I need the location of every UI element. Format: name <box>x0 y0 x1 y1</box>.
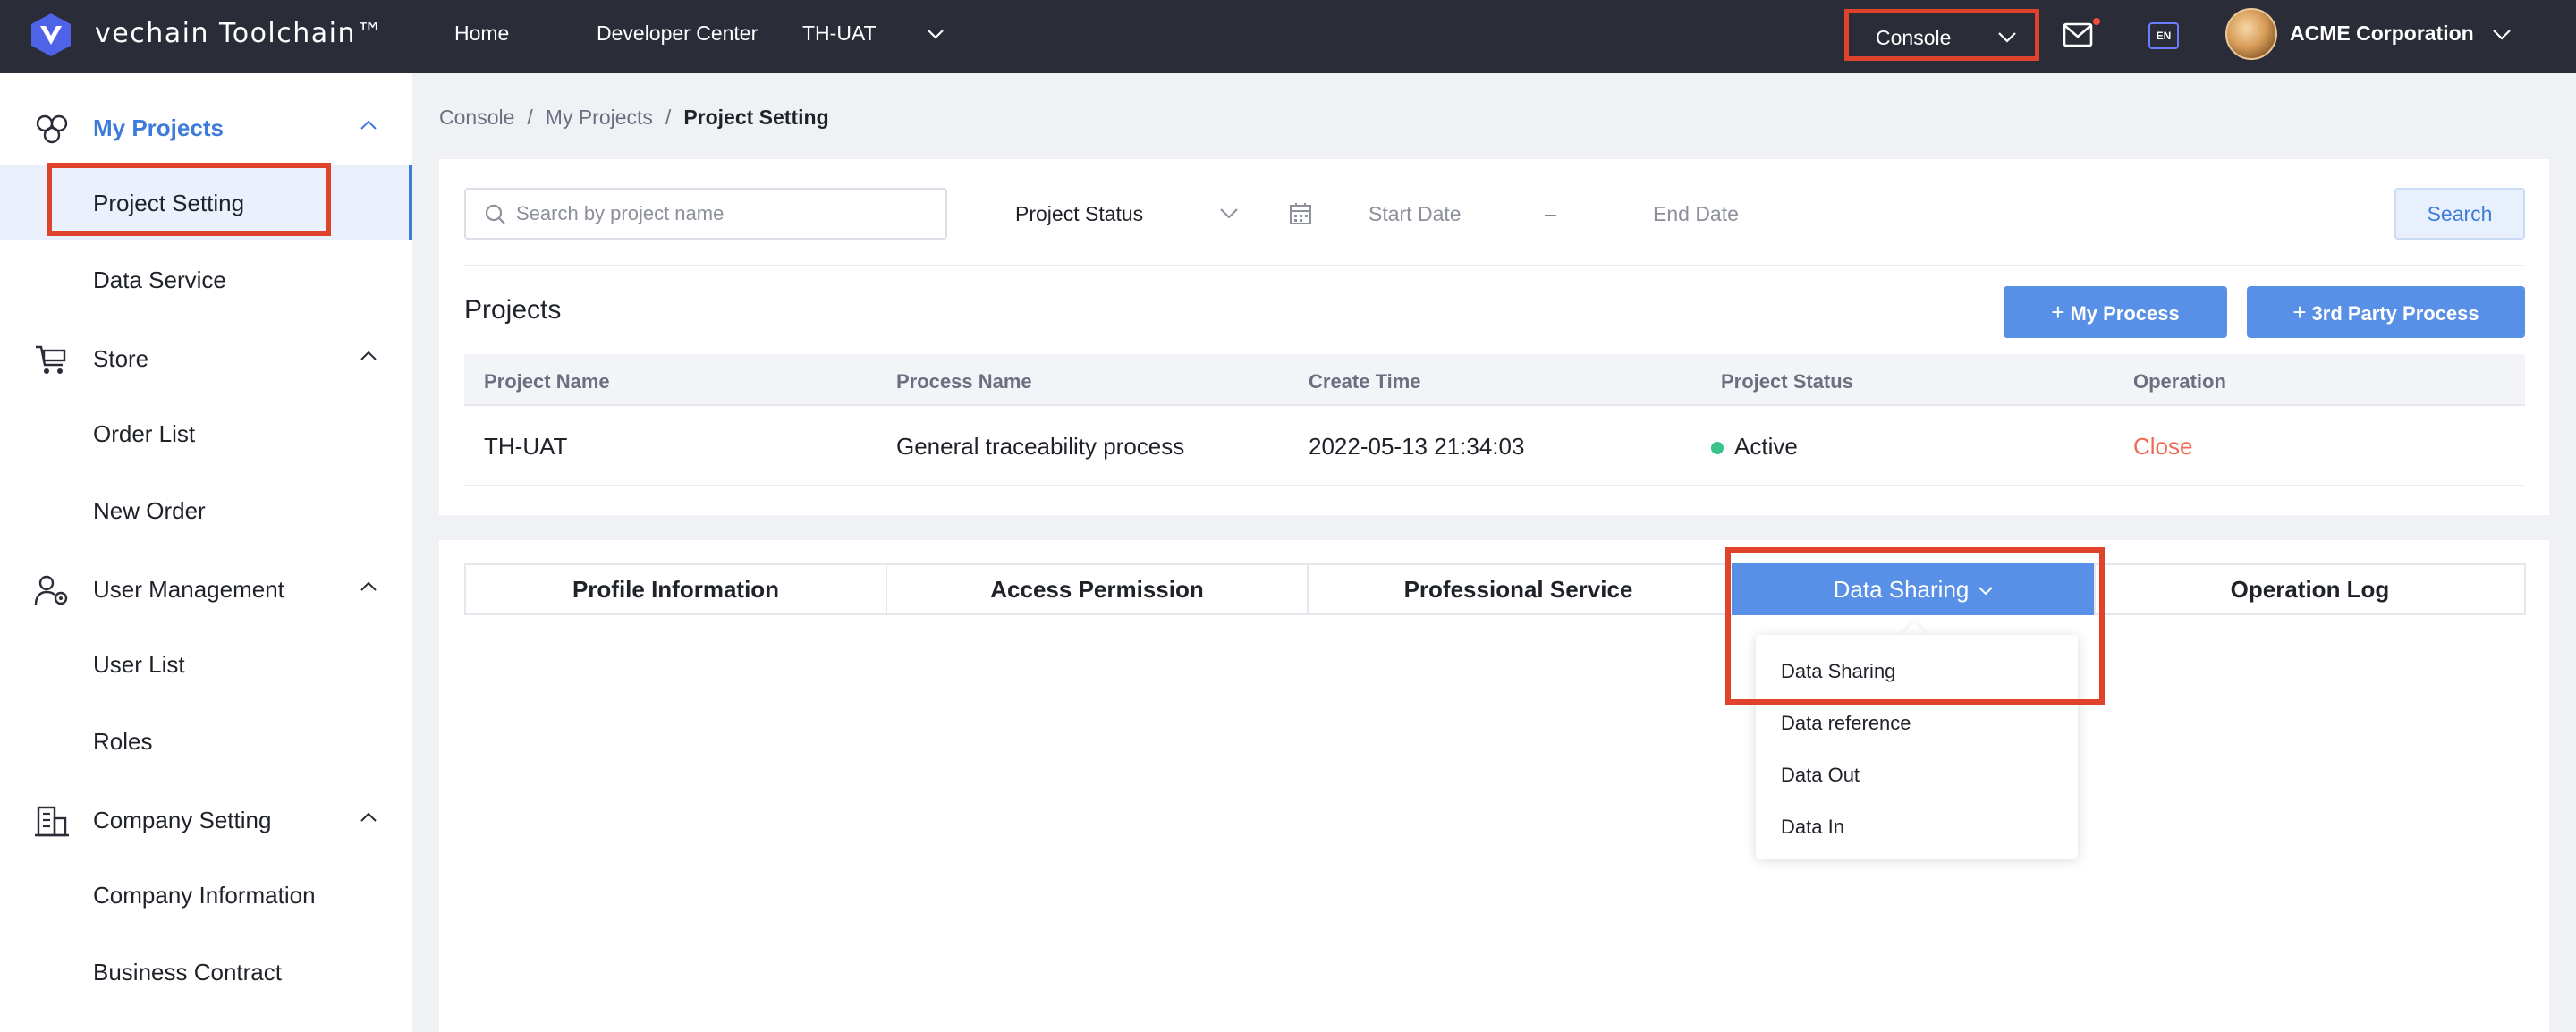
user-management-icon <box>34 575 68 605</box>
close-project-link[interactable]: Close <box>2133 433 2192 461</box>
sidebar-item-data-service[interactable]: Data Service <box>0 241 412 317</box>
column-header: Create Time <box>1309 370 1421 393</box>
divider <box>464 265 2525 266</box>
end-date-input[interactable]: End Date <box>1653 202 1739 226</box>
notification-dot <box>2093 18 2100 25</box>
search-field[interactable] <box>464 188 947 240</box>
table-header: Project Name Process Name Create Time Pr… <box>464 354 2525 406</box>
sidebar-item-user-list[interactable]: User List <box>0 626 412 701</box>
sidebar-item-label: New Order <box>93 497 206 524</box>
sidebar-group-label: Company Setting <box>93 807 272 833</box>
highlight-box <box>1725 547 2105 705</box>
language-switch-icon[interactable]: EN <box>2148 22 2179 49</box>
sidebar-item-company-information[interactable]: Company Information <box>0 857 412 932</box>
tab-professional-service[interactable]: Professional Service <box>1307 563 1730 615</box>
sidebar-item-label: Roles <box>93 728 153 755</box>
cell-create-time: 2022-05-13 21:34:03 <box>1309 433 1525 460</box>
sidebar-group-my-projects[interactable]: My Projects <box>0 100 412 154</box>
search-button[interactable]: Search <box>2394 188 2525 240</box>
chevron-down-icon <box>1220 208 1238 219</box>
sidebar-item-label: Order List <box>93 420 196 447</box>
vechain-logo-icon[interactable] <box>30 13 72 57</box>
brand-name[interactable]: vechain Toolchain™ <box>95 18 385 49</box>
sidebar-item-order-list[interactable]: Order List <box>0 395 412 470</box>
menu-item-data-reference[interactable]: Data reference <box>1781 712 1911 735</box>
sidebar-item-new-order[interactable]: New Order <box>0 472 412 547</box>
sidebar: My Projects Project Setting Data Service… <box>0 73 412 1032</box>
chevron-up-icon <box>360 351 377 360</box>
sidebar-group-label: Store <box>93 345 149 372</box>
console-selector[interactable]: Console <box>1844 9 2039 61</box>
chevron-down-icon[interactable] <box>2490 23 2513 45</box>
breadcrumb-separator: / <box>665 106 672 129</box>
button-label: 3rd Party Process <box>2311 301 2479 325</box>
breadcrumb: Console / My Projects / Project Setting <box>439 106 829 130</box>
sidebar-item-label: Business Contract <box>93 959 282 985</box>
sidebar-group-store[interactable]: Store <box>0 331 412 385</box>
menu-item-data-in[interactable]: Data In <box>1781 816 1844 839</box>
date-range-separator: – <box>1545 202 1556 225</box>
avatar[interactable] <box>2225 8 2277 60</box>
sidebar-item-label: Company Information <box>93 882 316 909</box>
tab-access-permission[interactable]: Access Permission <box>886 563 1309 615</box>
column-header: Project Status <box>1721 370 1853 393</box>
sidebar-group-label: My Projects <box>93 114 224 141</box>
chevron-up-icon <box>360 120 377 130</box>
nav-home[interactable]: Home <box>454 21 509 46</box>
breadcrumb-current: Project Setting <box>683 106 829 129</box>
sidebar-item-roles[interactable]: Roles <box>0 703 412 778</box>
project-detail-panel: Profile Information Access Permission Pr… <box>439 540 2549 1032</box>
status-indicator-dot <box>1711 442 1724 454</box>
plus-icon: + <box>2051 298 2065 326</box>
cell-project-status: Active <box>1734 433 1798 460</box>
chevron-down-icon <box>1998 32 2016 43</box>
button-label: My Process <box>2070 301 2180 325</box>
projects-panel: Project Status Start Date – End Date Sea… <box>439 159 2549 515</box>
project-status-label: Project Status <box>1015 202 1144 225</box>
tab-profile-information[interactable]: Profile Information <box>464 563 887 615</box>
sidebar-group-user-management[interactable]: User Management <box>0 562 412 615</box>
console-label: Console <box>1876 26 1952 49</box>
my-process-button[interactable]: + My Process <box>2004 286 2227 338</box>
store-cart-icon <box>36 345 66 374</box>
column-header: Process Name <box>896 370 1032 393</box>
calendar-icon[interactable] <box>1289 202 1312 225</box>
column-header: Project Name <box>484 370 610 393</box>
projects-icon <box>36 114 68 144</box>
company-name[interactable]: ACME Corporation <box>2290 21 2474 46</box>
sidebar-group-company-setting[interactable]: Company Setting <box>0 792 412 846</box>
nav-developer-center[interactable]: Developer Center <box>597 21 758 46</box>
plus-icon: + <box>2292 298 2307 326</box>
breadcrumb-my-projects[interactable]: My Projects <box>546 106 653 130</box>
breadcrumb-separator: / <box>527 106 533 129</box>
sidebar-group-label: User Management <box>93 576 284 603</box>
project-status-select[interactable]: Project Status <box>1015 190 1275 238</box>
section-title: Projects <box>464 295 562 325</box>
start-date-input[interactable]: Start Date <box>1368 202 1462 226</box>
chevron-up-icon <box>360 812 377 822</box>
column-header: Operation <box>2133 370 2226 393</box>
cell-process-name: General traceability process <box>896 433 1185 460</box>
menu-item-data-out[interactable]: Data Out <box>1781 764 1860 787</box>
highlight-box <box>47 163 331 236</box>
third-party-process-button[interactable]: +3rd Party Process <box>2247 286 2525 338</box>
table-row: TH-UAT General traceability process 2022… <box>464 406 2525 486</box>
cell-project-name: TH-UAT <box>484 433 568 460</box>
chevron-up-icon <box>360 581 377 591</box>
sidebar-item-label: Data Service <box>93 266 226 293</box>
search-icon <box>485 204 505 224</box>
nav-project-selector[interactable]: TH-UAT <box>802 21 877 46</box>
tab-operation-log[interactable]: Operation Log <box>2094 563 2526 615</box>
top-navigation-bar: vechain Toolchain™ Home Developer Center… <box>0 0 2576 73</box>
chevron-down-icon[interactable] <box>925 23 946 45</box>
company-building-icon <box>35 806 69 837</box>
breadcrumb-console[interactable]: Console <box>439 106 514 130</box>
search-input[interactable] <box>516 200 928 227</box>
sidebar-item-business-contract[interactable]: Business Contract <box>0 934 412 1009</box>
mail-icon[interactable] <box>2063 21 2095 48</box>
sidebar-item-label: User List <box>93 651 185 678</box>
